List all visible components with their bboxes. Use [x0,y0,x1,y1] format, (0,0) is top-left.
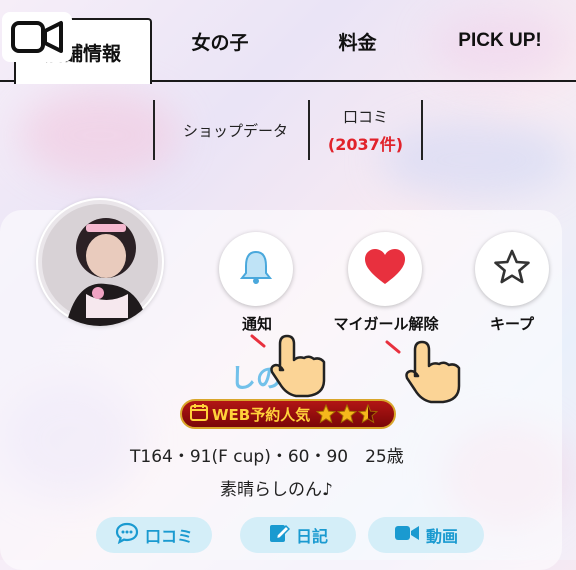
tap-hand-icon [385,336,485,410]
diary-button-label: 日記 [295,527,328,546]
reviews-button-label: 口コミ [144,527,193,546]
star-full-icon [337,404,358,424]
catchphrase: 素晴らしのん♪ [220,480,333,500]
keep-label: キープ [489,315,535,333]
divider [308,100,310,160]
calendar-icon [190,403,208,425]
tab-girls[interactable]: 女の子 [160,0,280,82]
speech-bubble-icon [115,522,139,548]
tab-label: 料金 [338,32,377,54]
keep-button[interactable] [475,232,549,306]
diary-edit-icon [268,522,291,548]
tab-label: 女の子 [191,32,249,54]
avatar[interactable] [36,198,164,326]
tab-shop-data[interactable]: ショップデータ [163,100,308,160]
bell-icon [236,247,276,291]
notify-button[interactable] [219,232,293,306]
diary-button[interactable]: 日記 [240,517,356,553]
video-button-label: 動画 [425,527,458,546]
star-full-icon [316,404,337,424]
video-camera-icon [2,12,72,62]
reviews-count: (2037件) [327,134,404,154]
web-reservation-popularity-badge: WEB予約人気 [180,399,396,429]
reviews-label: 口コミ [342,107,388,126]
video-button[interactable]: 動画 [368,517,484,553]
rating-stars [316,404,379,424]
badge-label: WEB予約人気 [212,405,311,424]
profile-stats: T164・91(F cup)・60・90 25歳 [130,447,404,467]
divider [421,100,423,160]
background-blob [20,90,180,180]
star-half-icon [358,404,379,424]
tab-reviews[interactable]: 口コミ (2037件) [313,100,418,160]
shop-data-label: ショップデータ [182,121,288,140]
tab-label: PICK UP! [458,30,542,51]
video-icon [394,523,420,547]
tab-price[interactable]: 料金 [300,0,415,82]
heart-icon [364,248,406,290]
divider [153,100,155,160]
tap-hand-icon [250,330,350,404]
star-outline-icon [492,247,532,291]
reviews-button[interactable]: 口コミ [96,517,212,553]
tab-pickup[interactable]: PICK UP! [430,0,570,82]
main-tabs: 店舗情報 女の子 料金 PICK UP! [0,0,576,84]
mygirl-button[interactable] [348,232,422,306]
